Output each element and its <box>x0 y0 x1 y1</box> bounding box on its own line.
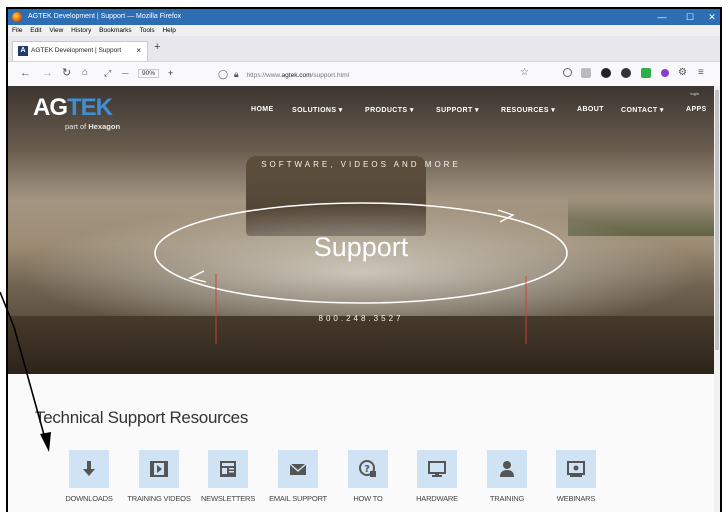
window-titlebar: AGTEK Development | Support — Mozilla Fi… <box>8 9 720 25</box>
zoom-out-button[interactable]: — <box>122 70 129 77</box>
resource-training-videos[interactable]: TRAINING VIDEOS <box>122 450 196 503</box>
menu-view[interactable]: View <box>49 27 63 34</box>
site-nav: HOME SOLUTIONS ▾ PRODUCTS ▾ SUPPORT ▾ RE… <box>8 106 714 118</box>
forward-arrow-icon[interactable]: → <box>42 67 53 79</box>
scrollbar-thumb[interactable] <box>715 90 719 350</box>
resource-label[interactable]: NEWSLETTERS <box>191 494 265 503</box>
reload-icon[interactable]: ↻ <box>62 67 71 79</box>
logo-sub-brand: Hexagon <box>88 122 121 131</box>
newsletter-icon[interactable] <box>208 450 248 488</box>
minimize-button[interactable]: — <box>648 9 676 25</box>
logo-subtitle: part of Hexagon <box>65 122 120 131</box>
hero-banner: AGTEK part of Hexagon login HOME SOLUTIO… <box>8 86 714 374</box>
resource-label[interactable]: WEBINARS <box>539 494 613 503</box>
url-bar[interactable]: ◯ 🔒︎ https://www.agtek.com/support.html <box>218 65 548 83</box>
menu-help[interactable]: Help <box>162 27 175 34</box>
menu-edit[interactable]: Edit <box>30 27 41 34</box>
zoom-level[interactable]: 90% <box>138 69 160 78</box>
pocket-icon[interactable] <box>563 68 572 77</box>
zoom-in-button[interactable]: + <box>168 68 173 78</box>
resource-how-to[interactable]: ? HOW TO <box>331 450 405 503</box>
bookmark-star-icon[interactable]: ☆ <box>520 67 529 79</box>
video-icon[interactable] <box>139 450 179 488</box>
nav-products[interactable]: PRODUCTS ▾ <box>365 106 414 114</box>
resource-downloads[interactable]: DOWNLOADS <box>52 450 126 503</box>
url-domain: agtek.com <box>281 72 312 79</box>
shield-icon[interactable]: ◯ <box>218 69 228 79</box>
nav-solutions[interactable]: SOLUTIONS ▾ <box>292 106 343 114</box>
hero-title: Support <box>313 232 409 262</box>
home-icon[interactable]: ⌂ <box>82 67 88 79</box>
logo-sub-prefix: part of <box>65 122 89 131</box>
url-prefix: https://www. <box>246 72 282 79</box>
resource-webinars[interactable]: WEBINARS <box>539 450 613 503</box>
resource-email-support[interactable]: EMAIL SUPPORT <box>261 450 335 503</box>
firefox-logo-icon <box>12 12 22 22</box>
resource-label[interactable]: EMAIL SUPPORT <box>261 494 335 503</box>
nav-about[interactable]: ABOUT <box>577 106 604 113</box>
page-scrollbar[interactable] <box>714 86 720 512</box>
monitor-icon[interactable] <box>417 450 457 488</box>
nav-apps[interactable]: APPS <box>686 106 707 113</box>
web-page: AGTEK part of Hexagon login HOME SOLUTIO… <box>8 86 714 512</box>
nav-home[interactable]: HOME <box>251 106 274 113</box>
hamburger-menu-icon[interactable]: ≡ <box>698 67 704 79</box>
svg-text:?: ? <box>364 464 370 475</box>
section-title: Technical Support Resources <box>35 408 249 427</box>
menu-bar: File Edit View History Bookmarks Tools H… <box>8 25 720 36</box>
menu-history[interactable]: History <box>71 27 91 34</box>
new-tab-button[interactable]: + <box>154 41 160 53</box>
nav-resources[interactable]: RESOURCES ▾ <box>501 106 555 114</box>
github-icon[interactable] <box>621 68 631 78</box>
resource-training[interactable]: TRAINING <box>470 450 544 503</box>
hero-phone[interactable]: 800.248.3527 <box>8 314 714 323</box>
login-link[interactable]: login <box>691 91 699 96</box>
envelope-icon[interactable] <box>278 450 318 488</box>
resource-label[interactable]: TRAINING <box>470 494 544 503</box>
tab-strip: A AGTEK Development | Support × + <box>8 36 720 62</box>
hero-tagline: SOFTWARE, VIDEOS AND MORE <box>261 160 461 169</box>
settings-gear-icon[interactable]: ⚙ <box>678 67 687 79</box>
download-icon[interactable] <box>69 450 109 488</box>
webinar-icon[interactable] <box>556 450 596 488</box>
help-icon[interactable]: ? <box>348 450 388 488</box>
extension-check-icon[interactable] <box>641 68 651 78</box>
tab-close-button[interactable]: × <box>136 42 141 60</box>
tab-agtek-support[interactable]: A AGTEK Development | Support × <box>12 41 148 61</box>
fullscreen-arrow-icon[interactable]: ⤢ <box>104 67 111 79</box>
resource-newsletters[interactable]: NEWSLETTERS <box>191 450 265 503</box>
extension-purple-icon[interactable] <box>661 69 669 77</box>
trainer-icon[interactable] <box>487 450 527 488</box>
navigation-toolbar: ← → ↻ ⌂ ⤢ — 90% + ◯ 🔒︎ https://www.agtek… <box>8 62 720 87</box>
resource-hardware[interactable]: HARDWARE <box>400 450 474 503</box>
nav-contact[interactable]: CONTACT ▾ <box>621 106 664 114</box>
tab-label: AGTEK Development | Support <box>31 47 122 54</box>
extension-dark-icon[interactable] <box>601 68 611 78</box>
nav-support[interactable]: SUPPORT ▾ <box>436 106 479 114</box>
resource-label[interactable]: DOWNLOADS <box>52 494 126 503</box>
agtek-favicon-icon: A <box>18 46 28 56</box>
back-arrow-icon[interactable]: ← <box>20 67 31 79</box>
resource-label[interactable]: HARDWARE <box>400 494 474 503</box>
window-title: AGTEK Development | Support — Mozilla Fi… <box>28 13 182 20</box>
menu-bookmarks[interactable]: Bookmarks <box>99 27 132 34</box>
url-path: /support.html <box>311 72 350 79</box>
extension-gray-icon[interactable] <box>581 68 591 78</box>
lock-icon[interactable]: 🔒︎ <box>234 69 239 79</box>
close-window-button[interactable]: ✕ <box>698 9 726 25</box>
resource-label[interactable]: HOW TO <box>331 494 405 503</box>
resource-label[interactable]: TRAINING VIDEOS <box>122 494 196 503</box>
menu-file[interactable]: File <box>12 27 22 34</box>
menu-tools[interactable]: Tools <box>139 27 154 34</box>
